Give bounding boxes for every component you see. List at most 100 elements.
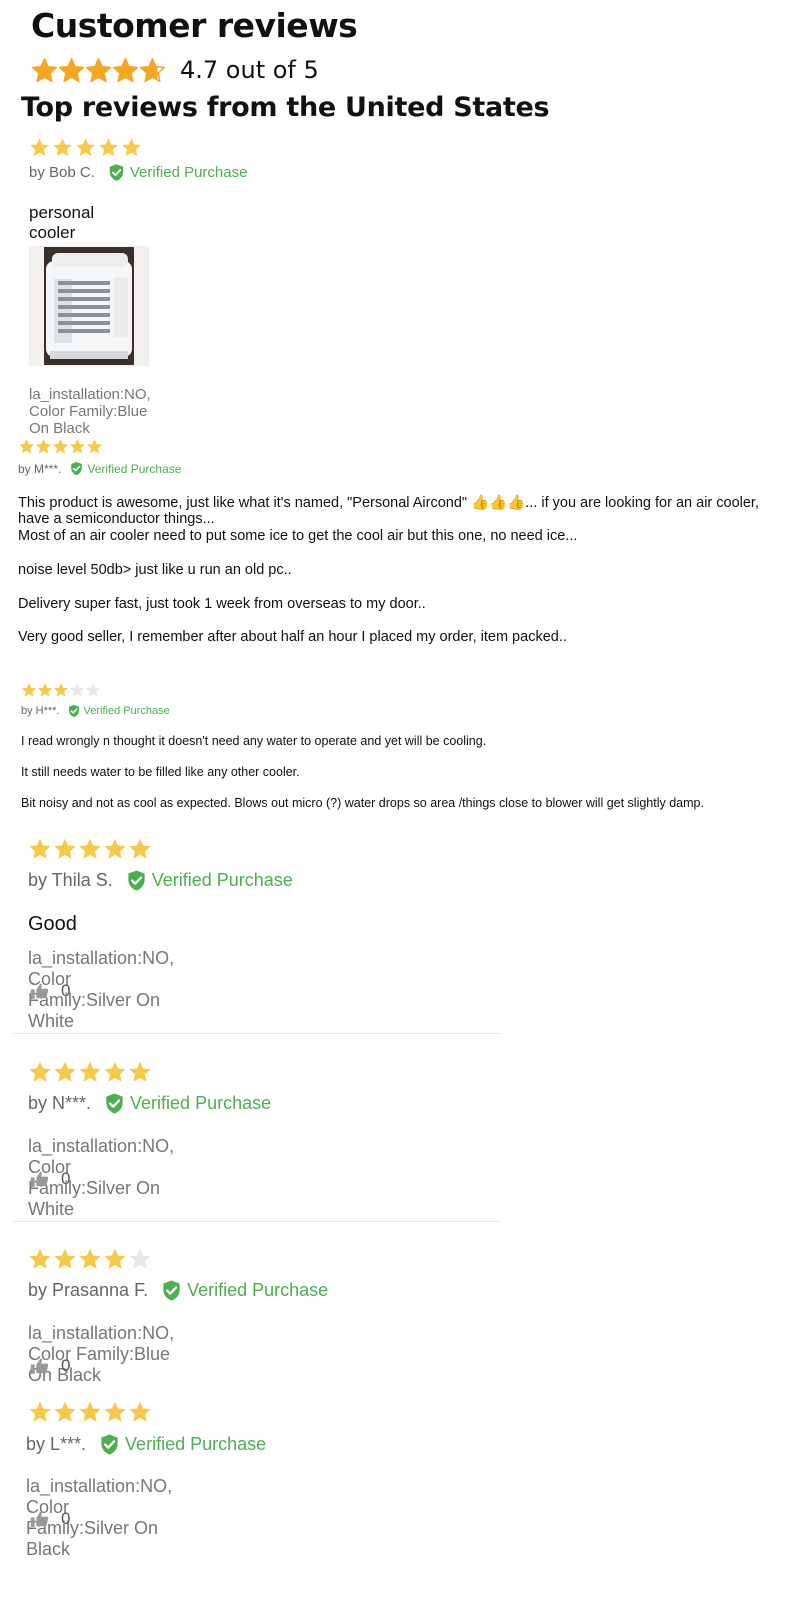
thumbs-up-icon xyxy=(30,1357,49,1375)
star-full-icon xyxy=(129,838,151,859)
review-title: Good xyxy=(28,913,77,935)
review-stars xyxy=(29,137,144,158)
verified-label: Verified Purchase xyxy=(87,461,182,476)
verified-shield-icon xyxy=(98,1433,121,1456)
star-full-icon xyxy=(29,838,51,859)
verified-shield-icon xyxy=(69,461,84,476)
verified-purchase-badge: Verified Purchase xyxy=(98,1433,266,1456)
verified-label: Verified Purchase xyxy=(125,1434,267,1454)
star-full-icon xyxy=(31,57,58,82)
average-rating-text: 4.7 out of 5 xyxy=(180,56,319,84)
review-stars xyxy=(28,1060,153,1084)
star-full-icon xyxy=(35,439,52,454)
star-full-icon xyxy=(37,683,53,697)
star-full-icon xyxy=(21,683,37,697)
helpful-count: 0 xyxy=(61,1356,71,1375)
review-stars xyxy=(21,682,101,698)
thumbs-up-icon xyxy=(30,982,49,1000)
thumbs-up-icon xyxy=(30,1510,49,1528)
star-full-icon xyxy=(58,57,85,82)
star-full-icon xyxy=(79,1061,101,1082)
verified-label: Verified Purchase xyxy=(187,1280,329,1300)
star-full-icon xyxy=(79,1401,101,1422)
thumbs-up-icon xyxy=(30,1170,49,1188)
review-stars xyxy=(28,837,153,861)
star-full-icon xyxy=(29,1401,51,1422)
verified-purchase-badge: Verified Purchase xyxy=(103,1092,271,1115)
star-full-icon xyxy=(52,439,69,454)
star-full-icon xyxy=(53,138,72,157)
verified-label: Verified Purchase xyxy=(130,1093,272,1113)
review-author: by H***. xyxy=(21,705,60,717)
star-full-icon xyxy=(54,1061,76,1082)
star-full-icon xyxy=(104,838,126,859)
review-stars xyxy=(28,1247,153,1271)
review-byline: by Bob C. Verified Purchase xyxy=(29,163,247,182)
review-author: by Bob C. xyxy=(29,164,95,181)
review-body-line: This product is awesome, just like what … xyxy=(18,495,759,511)
air-cooler-photo-icon xyxy=(30,247,148,365)
rating-summary: 4.7 out of 5 xyxy=(31,56,319,84)
review-byline: by N***. Verified Purchase xyxy=(28,1092,271,1115)
star-empty-icon xyxy=(69,683,85,697)
review-body-line: I read wrongly n thought it doesn't need… xyxy=(21,734,487,748)
review-byline: by M***. Verified Purchase xyxy=(18,461,181,476)
star-full-icon xyxy=(112,57,139,82)
star-full-icon xyxy=(54,1248,76,1269)
verified-purchase-badge: Verified Purchase xyxy=(67,704,170,718)
star-full-icon xyxy=(54,838,76,859)
verified-shield-icon xyxy=(160,1279,183,1302)
review-title: personal cooler xyxy=(29,203,95,242)
review-body-line: noise level 50db> just like u run an old… xyxy=(18,562,292,578)
page-title: Customer reviews xyxy=(31,6,358,45)
star-full-icon xyxy=(85,57,112,82)
verified-label: Verified Purchase xyxy=(151,870,293,890)
star-full-icon xyxy=(104,1061,126,1082)
verified-purchase-badge: Verified Purchase xyxy=(160,1279,328,1302)
review-divider xyxy=(13,1033,501,1034)
review-variant: la_installation:NO, Color Family:Blue On… xyxy=(28,1323,175,1385)
helpful-button[interactable]: 0 xyxy=(30,1169,70,1189)
review-author: by N***. xyxy=(28,1093,92,1113)
review-byline: by L***. Verified Purchase xyxy=(26,1433,266,1456)
star-full-icon xyxy=(99,138,118,157)
review-photo[interactable] xyxy=(29,246,149,366)
helpful-button[interactable]: 0 xyxy=(30,1509,70,1529)
star-full-icon xyxy=(129,1401,151,1422)
review-stars xyxy=(18,438,103,455)
verified-label: Verified Purchase xyxy=(129,164,248,181)
star-full-icon xyxy=(79,1248,101,1269)
helpful-button[interactable]: 0 xyxy=(30,1356,70,1376)
verified-purchase-badge: Verified Purchase xyxy=(107,163,248,182)
helpful-count: 0 xyxy=(61,981,71,1000)
star-full-icon xyxy=(29,1248,51,1269)
summary-stars xyxy=(31,57,166,84)
review-byline: by H***. Verified Purchase xyxy=(21,704,170,718)
review-stars xyxy=(28,1400,153,1424)
review-byline: by Thila S. Verified Purchase xyxy=(28,869,293,892)
star-full-icon xyxy=(76,138,95,157)
star-full-icon xyxy=(122,138,141,157)
verified-purchase-badge: Verified Purchase xyxy=(69,461,181,476)
star-full-icon xyxy=(129,1061,151,1082)
verified-shield-icon xyxy=(125,869,148,892)
review-author: by M***. xyxy=(18,461,62,476)
verified-purchase-badge: Verified Purchase xyxy=(125,869,293,892)
review-body-line: Bit noisy and not as cool as expected. B… xyxy=(21,796,704,810)
star-full-icon xyxy=(53,683,69,697)
star-full-icon xyxy=(104,1401,126,1422)
review-byline: by Prasanna F. Verified Purchase xyxy=(28,1279,328,1302)
star-empty-icon xyxy=(129,1248,151,1269)
section-title: Top reviews from the United States xyxy=(21,92,550,123)
verified-shield-icon xyxy=(67,704,81,718)
star-full-icon xyxy=(54,1401,76,1422)
star-full-icon xyxy=(29,1061,51,1082)
review-variant: la_installation:NO, Color Family:Blue On… xyxy=(29,386,151,437)
review-divider xyxy=(13,1221,501,1222)
review-body-line: have a semiconductor things... xyxy=(18,511,215,527)
review-body-line: Delivery super fast, just took 1 week fr… xyxy=(18,596,426,612)
helpful-button[interactable]: 0 xyxy=(30,981,70,1001)
star-full-icon xyxy=(18,439,35,454)
star-empty-icon xyxy=(85,683,101,697)
star-half-icon xyxy=(139,57,166,82)
